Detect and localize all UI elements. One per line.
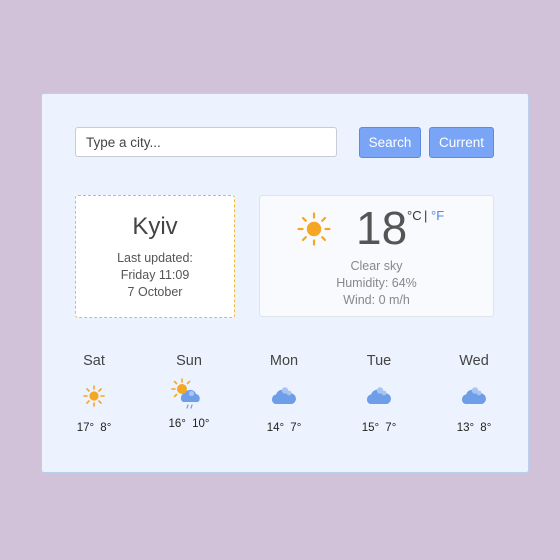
unit-separator: | <box>424 208 428 223</box>
forecast-low: 7° <box>290 422 302 434</box>
forecast-day-name: Tue <box>366 353 392 369</box>
cloud-icon <box>366 387 391 404</box>
cloud-icon <box>461 387 486 404</box>
forecast-day-name: Sat <box>83 353 105 369</box>
forecast-high: 16° <box>168 418 186 430</box>
sun-icon <box>83 385 105 407</box>
forecast-low: 10° <box>192 418 210 430</box>
forecast-high: 15° <box>361 422 380 434</box>
forecast-day: Mon 14° 7° <box>254 352 314 434</box>
forecast-low: 7° <box>385 422 397 434</box>
forecast-high: 13° <box>456 422 475 434</box>
humidity-text: Humidity: 64% <box>336 276 417 290</box>
location-card: Kyiv Last updated: Friday 11:09 7 Octobe… <box>75 195 235 318</box>
last-updated-label: Last updated: <box>117 251 193 265</box>
current-weather-card: 18 °C | °F Clear sky Humidity: 64% Wind:… <box>259 195 494 317</box>
weather-app: Search Current Kyiv Last updated: Friday… <box>41 93 529 473</box>
current-location-button[interactable]: Current <box>429 127 494 158</box>
forecast-temps: 13° 8° <box>444 422 504 434</box>
forecast-day: Wed 13° 8° <box>444 352 504 434</box>
celsius-toggle[interactable]: °C <box>407 208 422 223</box>
forecast-low: 8° <box>100 422 112 434</box>
forecast-day-name: Mon <box>269 353 299 369</box>
wind-text: Wind: 0 m/h <box>343 293 410 307</box>
forecast-day-name: Wed <box>459 353 489 369</box>
sun-icon <box>297 212 331 246</box>
forecast-day-name: Sun <box>176 353 202 369</box>
city-name: Kyiv <box>132 213 178 240</box>
forecast-temps: 14° 7° <box>254 422 314 434</box>
forecast-day: Sun 16° 10° <box>159 352 219 430</box>
search-button[interactable]: Search <box>359 127 421 158</box>
forecast-temps: 15° 7° <box>349 422 409 434</box>
cloud-icon <box>271 387 296 404</box>
forecast-day: Sat 17° 8° <box>64 352 124 434</box>
city-search-input[interactable] <box>75 127 337 157</box>
forecast-low: 8° <box>480 422 492 434</box>
sun-cloud-rain-icon <box>171 378 200 409</box>
weather-details: Clear sky Humidity: 64% Wind: 0 m/h <box>260 258 493 309</box>
current-temperature: 18 <box>356 202 408 254</box>
forecast-temps: 16° 10° <box>159 418 219 430</box>
forecast-day: Tue 15° 7° <box>349 352 409 434</box>
fahrenheit-toggle[interactable]: °F <box>431 208 444 223</box>
weather-description: Clear sky <box>350 259 403 273</box>
last-updated-date: 7 October <box>127 285 183 299</box>
forecast-temps: 17° 8° <box>64 422 124 434</box>
last-updated-time: Friday 11:09 <box>120 268 190 282</box>
forecast-high: 14° <box>266 422 285 434</box>
forecast-high: 17° <box>76 422 95 434</box>
